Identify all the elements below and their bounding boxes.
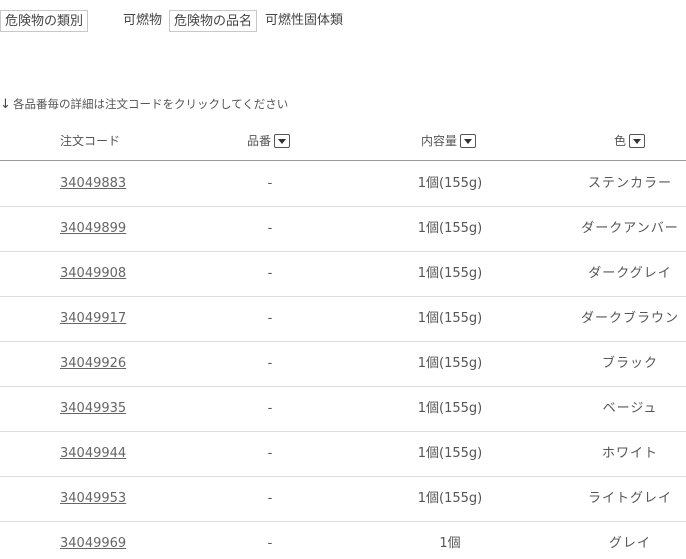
order-code-link[interactable]: 34049944	[60, 431, 126, 476]
volume-cell: 1個(155g)	[417, 446, 483, 461]
hinban-filter-dropdown-icon[interactable]	[274, 133, 291, 148]
color-cell: ダークアンバー	[581, 221, 679, 236]
order-code-link[interactable]: 34049899	[60, 206, 126, 251]
hazard-category-label: 危険物の類別	[0, 10, 89, 32]
column-header-color: 色	[614, 124, 646, 158]
volume-filter-dropdown-icon[interactable]	[460, 133, 477, 148]
volume-cell: 1個(155g)	[417, 311, 483, 326]
table-row: 34049926 - 1個(155g) ブラック	[0, 341, 686, 387]
order-code-link[interactable]: 34049926	[60, 341, 126, 386]
arrow-down-icon: ↓	[0, 97, 11, 112]
color-filter-dropdown-icon[interactable]	[629, 133, 646, 148]
hinban-cell: -	[267, 491, 273, 506]
order-code-link[interactable]: 34049908	[60, 251, 126, 296]
color-cell: ベージュ	[602, 401, 658, 416]
product-spec-page: 危険物の類別 可燃物 危険物の品名 可燃性固体類 ↓ 各品番毎の詳細は注文コードを…	[0, 0, 686, 559]
hinban-cell: -	[267, 536, 273, 551]
table-row: 34049917 - 1個(155g) ダークブラウン	[0, 296, 686, 342]
table-row: 34049969 - 1個 グレイ	[0, 521, 686, 559]
color-cell: ブラック	[601, 356, 658, 371]
order-code-link[interactable]: 34049917	[60, 296, 126, 341]
hinban-cell: -	[267, 176, 273, 191]
order-code-link[interactable]: 34049953	[60, 476, 126, 521]
color-cell: ダークグレイ	[588, 266, 672, 281]
hinban-cell: -	[267, 446, 273, 461]
table-row: 34049935 - 1個(155g) ベージュ	[0, 386, 686, 432]
color-cell: グレイ	[608, 536, 651, 551]
click-instruction-text: 各品番毎の詳細は注文コードをクリックしてください	[13, 97, 289, 111]
hazard-name-label: 危険物の品名	[169, 10, 258, 32]
table-row: 34049883 - 1個(155g) ステンカラー	[0, 161, 686, 207]
color-cell: ダークブラウン	[580, 311, 679, 326]
table-row: 34049908 - 1個(155g) ダークグレイ	[0, 251, 686, 297]
hinban-cell: -	[267, 401, 273, 416]
color-cell: ライトグレイ	[587, 491, 672, 506]
hazard-info: 危険物の類別 可燃物 危険物の品名 可燃性固体類	[0, 10, 686, 36]
volume-cell: 1個(155g)	[417, 266, 483, 281]
table-row: 34049944 - 1個(155g) ホワイト	[0, 431, 686, 477]
volume-cell: 1個(155g)	[417, 176, 483, 191]
volume-cell: 1個(155g)	[417, 356, 483, 371]
volume-cell: 1個(155g)	[417, 401, 483, 416]
table-row: 34049899 - 1個(155g) ダークアンバー	[0, 206, 686, 252]
column-header-volume: 内容量	[421, 124, 477, 158]
column-header-code: 注文コード	[60, 134, 121, 148]
hinban-cell: -	[267, 356, 273, 371]
volume-cell: 1個(155g)	[417, 221, 483, 236]
hazard-category-value: 可燃物	[123, 13, 163, 28]
order-code-link[interactable]: 34049969	[60, 521, 126, 559]
color-cell: ステンカラー	[587, 176, 672, 191]
volume-cell: 1個(155g)	[417, 491, 483, 506]
column-header-hinban: 品番	[247, 124, 291, 158]
volume-cell: 1個	[439, 536, 461, 551]
table-header: 注文コード 品番 内容量 色	[0, 124, 686, 161]
hinban-cell: -	[267, 311, 273, 326]
hinban-cell: -	[267, 266, 273, 281]
table-row: 34049953 - 1個(155g) ライトグレイ	[0, 476, 686, 522]
color-cell: ホワイト	[601, 446, 658, 461]
order-code-link[interactable]: 34049883	[60, 161, 126, 206]
hazard-name-value: 可燃性固体類	[265, 13, 344, 28]
hinban-cell: -	[267, 221, 273, 236]
click-instruction: ↓ 各品番毎の詳細は注文コードをクリックしてください	[0, 95, 288, 113]
order-code-link[interactable]: 34049935	[60, 386, 126, 431]
